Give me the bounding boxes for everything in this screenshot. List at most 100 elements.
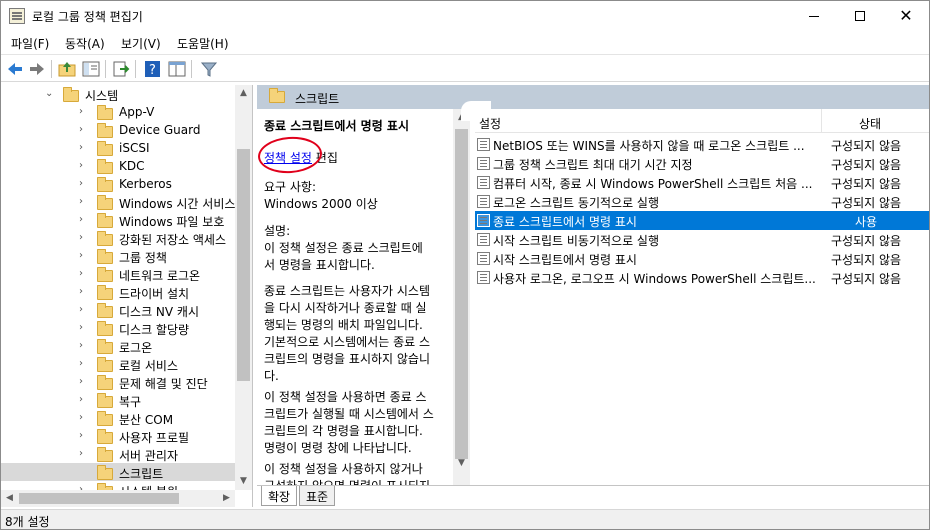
- menu-view[interactable]: 보기(V): [121, 35, 161, 52]
- up-button[interactable]: [57, 59, 77, 79]
- chevron-right-icon[interactable]: ›: [79, 340, 83, 351]
- tree-item[interactable]: 스크립트: [1, 463, 235, 481]
- tree-item[interactable]: ⌄ 시스템: [1, 85, 235, 103]
- tree-item[interactable]: › 디스크 NV 캐시: [1, 301, 235, 319]
- tree-horizontal-scrollbar[interactable]: ◀ ▶: [1, 490, 235, 507]
- chevron-right-icon[interactable]: ›: [79, 106, 83, 117]
- folder-icon: [97, 249, 113, 264]
- policy-app-icon: [9, 8, 25, 24]
- description-paragraph-2: 이 정책 설정을 사용하면 종료 스 크립트가 실행될 때 시스템에서 스 크립…: [264, 390, 434, 455]
- tree-item[interactable]: › 네트워크 로그온: [1, 265, 235, 283]
- desc-scroll-thumb[interactable]: [455, 129, 468, 459]
- tree-item[interactable]: › App-V: [1, 103, 235, 121]
- red-highlight-circle: [257, 134, 324, 176]
- policy-row[interactable]: 사용자 로그온, 로그오프 시 Windows PowerShell 스크립트.…: [475, 268, 929, 287]
- folder-icon: [97, 213, 113, 228]
- close-button[interactable]: ✕: [883, 1, 929, 31]
- tree-item[interactable]: › Kerberos: [1, 175, 235, 193]
- maximize-button[interactable]: [837, 1, 883, 31]
- chevron-right-icon[interactable]: ›: [79, 304, 83, 315]
- menu-action[interactable]: 동작(A): [65, 35, 105, 52]
- tree-vertical-scrollbar[interactable]: ▲ ▼: [235, 85, 252, 490]
- policy-row[interactable]: 시작 스크립트 비동기적으로 실행 구성되지 않음: [475, 230, 929, 249]
- chevron-right-icon[interactable]: ›: [79, 250, 83, 261]
- details-pane: 스크립트 종료 스크립트에서 명령 표시 정책 설정 편집 요구 사항: Win…: [257, 85, 929, 507]
- help-icon: ?: [145, 61, 160, 78]
- tree-item-label: 서버 관리자: [119, 449, 179, 463]
- scroll-right-icon[interactable]: ▶: [218, 490, 235, 507]
- chevron-right-icon[interactable]: ›: [79, 124, 83, 135]
- chevron-right-icon[interactable]: ›: [79, 232, 83, 243]
- tree-item[interactable]: › 사용자 프로필: [1, 427, 235, 445]
- tree-item[interactable]: › 디스크 할당량: [1, 319, 235, 337]
- export-list-button[interactable]: [111, 59, 131, 79]
- forward-button[interactable]: [27, 59, 47, 79]
- chevron-right-icon[interactable]: ›: [79, 448, 83, 459]
- policy-row[interactable]: 시작 스크립트에서 명령 표시 구성되지 않음: [475, 249, 929, 268]
- chevron-right-icon[interactable]: ›: [79, 376, 83, 387]
- policy-row[interactable]: NetBIOS 또는 WINS를 사용하지 않을 때 로그온 스크립트 ... 구…: [475, 135, 929, 154]
- chevron-right-icon[interactable]: ›: [79, 142, 83, 153]
- chevron-right-icon[interactable]: ›: [79, 268, 83, 279]
- chevron-right-icon[interactable]: ›: [79, 286, 83, 297]
- scroll-down-icon[interactable]: ▼: [235, 473, 252, 490]
- tab-standard[interactable]: 표준: [299, 486, 336, 506]
- filter-icon: [200, 62, 218, 77]
- description-scrollbar[interactable]: ▲ ▼: [453, 109, 470, 485]
- policy-row[interactable]: 로그온 스크립트 동기적으로 실행 구성되지 않음: [475, 192, 929, 211]
- filter-button[interactable]: [199, 59, 219, 79]
- policy-name: 시작 스크립트에서 명령 표시: [493, 253, 637, 267]
- show-hide-tree-button[interactable]: [81, 59, 101, 79]
- tree-item[interactable]: › 강화된 저장소 액세스: [1, 229, 235, 247]
- policy-row[interactable]: 종료 스크립트에서 명령 표시 사용: [475, 211, 929, 230]
- chevron-right-icon[interactable]: ›: [79, 196, 83, 207]
- folder-icon: [97, 159, 113, 174]
- folder-icon: [97, 285, 113, 300]
- policy-row[interactable]: 컴퓨터 시작, 종료 시 Windows PowerShell 스크립트 처음 …: [475, 173, 929, 192]
- menu-file[interactable]: 파일(F): [11, 35, 49, 52]
- tree-item[interactable]: › Device Guard: [1, 121, 235, 139]
- menu-help[interactable]: 도움말(H): [177, 35, 229, 52]
- column-state[interactable]: 상태: [859, 115, 881, 132]
- scroll-left-icon[interactable]: ◀: [1, 490, 18, 507]
- tree-item[interactable]: › 서버 관리자: [1, 445, 235, 463]
- back-button[interactable]: [5, 59, 25, 79]
- tree-item[interactable]: › 문제 해결 및 진단: [1, 373, 235, 391]
- tree-item-label: 로그온: [119, 341, 153, 355]
- tree-item[interactable]: › 드라이버 설치: [1, 283, 235, 301]
- chevron-right-icon[interactable]: ›: [79, 394, 83, 405]
- help-button[interactable]: ?: [143, 59, 163, 79]
- scroll-up-icon[interactable]: ▲: [235, 85, 252, 102]
- tree-item[interactable]: › 로그온: [1, 337, 235, 355]
- up-folder-icon: [58, 62, 76, 77]
- tree-item[interactable]: › Windows 시간 서비스: [1, 193, 235, 211]
- tree-hscroll-thumb[interactable]: [19, 493, 179, 504]
- tree-item[interactable]: › 로컬 서비스: [1, 355, 235, 373]
- maximize-icon: [855, 11, 865, 21]
- chevron-right-icon[interactable]: ›: [79, 178, 83, 189]
- desc-scroll-down-icon[interactable]: ▼: [453, 455, 470, 472]
- chevron-right-icon[interactable]: ›: [79, 430, 83, 441]
- policy-state: 구성되지 않음: [831, 234, 902, 248]
- column-setting[interactable]: 설정: [479, 115, 501, 132]
- tree-item[interactable]: › 그룹 정책: [1, 247, 235, 265]
- chevron-right-icon[interactable]: ›: [79, 358, 83, 369]
- chevron-right-icon[interactable]: ›: [79, 160, 83, 171]
- chevron-right-icon[interactable]: ›: [79, 412, 83, 423]
- tree-scroll-thumb[interactable]: [237, 149, 250, 381]
- tab-extended[interactable]: 확장: [261, 486, 298, 506]
- description-intro: 설명: 이 정책 설정은 종료 스크립트에 서 명령을 표시합니다.: [264, 224, 423, 272]
- tree-item[interactable]: › Windows 파일 보호: [1, 211, 235, 229]
- tree-item[interactable]: › 분산 COM: [1, 409, 235, 427]
- chevron-right-icon[interactable]: ›: [79, 322, 83, 333]
- tree-item[interactable]: › KDC: [1, 157, 235, 175]
- policy-row[interactable]: 그룹 정책 스크립트 최대 대기 시간 지정 구성되지 않음: [475, 154, 929, 173]
- minimize-button[interactable]: [791, 1, 837, 31]
- folder-icon: [97, 177, 113, 192]
- tree-item[interactable]: › 복구: [1, 391, 235, 409]
- tree-item[interactable]: › iSCSI: [1, 139, 235, 157]
- show-pane-button[interactable]: [167, 59, 187, 79]
- chevron-down-icon[interactable]: ⌄: [45, 88, 53, 99]
- chevron-right-icon[interactable]: ›: [79, 214, 83, 225]
- close-icon: ✕: [899, 6, 913, 25]
